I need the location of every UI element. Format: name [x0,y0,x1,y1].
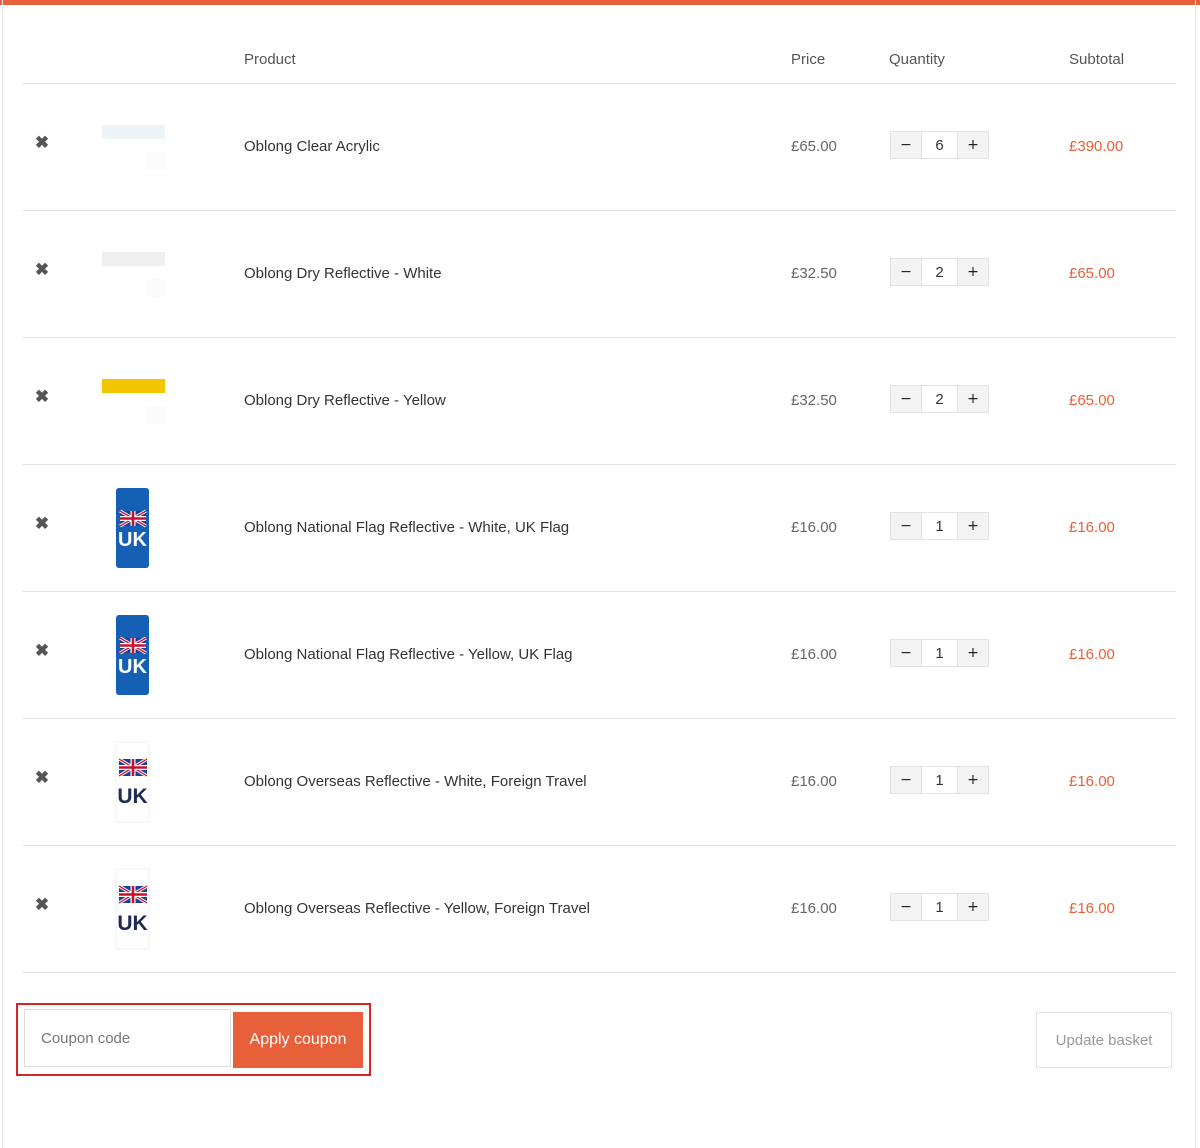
header-subtotal: Subtotal [1069,51,1125,68]
quantity-increase-button[interactable]: + [958,894,988,920]
cart-row: ✖Oblong Dry Reflective - Yellow£32.50−+£… [23,338,1176,465]
quantity-input[interactable] [921,386,958,412]
quantity-stepper: −+ [890,258,989,286]
header-price: Price [791,51,826,68]
product-subtotal: £16.00 [1069,900,1115,917]
cart-row: ✖ UK Oblong Overseas Reflective - Yellow, … [23,846,1176,973]
quantity-increase-button[interactable]: + [958,513,988,539]
apply-coupon-button[interactable]: Apply coupon [233,1012,363,1068]
quantity-increase-button[interactable]: + [958,640,988,666]
product-thumbnail[interactable]: UK [101,866,167,952]
close-icon[interactable]: ✖ [33,515,51,533]
quantity-input[interactable] [921,259,958,285]
product-name-link[interactable]: Oblong Dry Reflective - White [244,265,442,282]
coupon-code-input[interactable] [24,1009,231,1067]
product-subtotal: £390.00 [1069,138,1124,155]
cart-table: Product Price Quantity Subtotal ✖ Oblong … [23,20,1176,973]
close-icon[interactable]: ✖ [33,896,51,914]
quantity-decrease-button[interactable]: − [891,132,921,158]
quantity-input[interactable] [921,767,958,793]
product-price: £32.50 [791,392,837,409]
cart-row: ✖ UK Oblong National Flag Reflective - Yel… [23,592,1176,719]
quantity-stepper: −+ [890,385,989,413]
product-subtotal: £65.00 [1069,265,1115,282]
quantity-input[interactable] [921,132,958,158]
product-subtotal: £16.00 [1069,773,1115,790]
update-basket-button[interactable]: Update basket [1036,1012,1172,1068]
cart-table-header: Product Price Quantity Subtotal [23,20,1176,84]
product-price: £16.00 [791,519,837,536]
product-thumbnail[interactable] [101,104,167,190]
close-icon[interactable]: ✖ [33,388,51,406]
quantity-decrease-button[interactable]: − [891,386,921,412]
product-thumbnail[interactable]: UK [101,739,167,825]
close-icon[interactable]: ✖ [33,134,51,152]
product-price: £65.00 [791,138,837,155]
product-name-link[interactable]: Oblong Overseas Reflective - Yellow, For… [244,900,590,917]
quantity-increase-button[interactable]: + [958,259,988,285]
quantity-input[interactable] [921,640,958,666]
svg-text:UK: UK [118,529,147,551]
product-thumbnail[interactable]: UK [101,485,167,571]
product-price: £16.00 [791,773,837,790]
svg-text:UK: UK [117,912,147,935]
product-subtotal: £65.00 [1069,392,1115,409]
product-name-link[interactable]: Oblong National Flag Reflective - White,… [244,519,569,536]
quantity-decrease-button[interactable]: − [891,767,921,793]
quantity-decrease-button[interactable]: − [891,513,921,539]
close-icon[interactable]: ✖ [33,261,51,279]
product-price: £32.50 [791,265,837,282]
quantity-stepper: −+ [890,639,989,667]
svg-text:UK: UK [118,656,147,678]
quantity-stepper: −+ [890,893,989,921]
quantity-stepper: −+ [890,512,989,540]
cart-rows: ✖Oblong Clear Acrylic£65.00−+£390.00✖Obl… [23,84,1176,973]
cart-row: ✖ UK Oblong National Flag Reflective - Whi… [23,465,1176,592]
close-icon[interactable]: ✖ [33,769,51,787]
product-thumbnail[interactable]: UK [101,612,167,698]
product-price: £16.00 [791,900,837,917]
product-thumbnail[interactable] [101,231,167,317]
quantity-increase-button[interactable]: + [958,386,988,412]
product-thumbnail[interactable] [101,358,167,444]
product-name-link[interactable]: Oblong Dry Reflective - Yellow [244,392,446,409]
header-quantity: Quantity [889,51,945,68]
quantity-decrease-button[interactable]: − [891,640,921,666]
quantity-stepper: −+ [890,766,989,794]
quantity-increase-button[interactable]: + [958,767,988,793]
quantity-decrease-button[interactable]: − [891,259,921,285]
quantity-increase-button[interactable]: + [958,132,988,158]
quantity-input[interactable] [921,894,958,920]
product-subtotal: £16.00 [1069,519,1115,536]
product-name-link[interactable]: Oblong Clear Acrylic [244,138,380,155]
product-name-link[interactable]: Oblong Overseas Reflective - White, Fore… [244,773,587,790]
cart-row: ✖ UK Oblong Overseas Reflective - White, F… [23,719,1176,846]
product-subtotal: £16.00 [1069,646,1115,663]
quantity-decrease-button[interactable]: − [891,894,921,920]
header-product: Product [244,51,296,68]
quantity-stepper: −+ [890,131,989,159]
product-name-link[interactable]: Oblong National Flag Reflective - Yellow… [244,646,573,663]
quantity-input[interactable] [921,513,958,539]
product-price: £16.00 [791,646,837,663]
close-icon[interactable]: ✖ [33,642,51,660]
svg-text:UK: UK [117,785,147,808]
cart-row: ✖Oblong Dry Reflective - White£32.50−+£6… [23,211,1176,338]
cart-row: ✖Oblong Clear Acrylic£65.00−+£390.00 [23,84,1176,211]
